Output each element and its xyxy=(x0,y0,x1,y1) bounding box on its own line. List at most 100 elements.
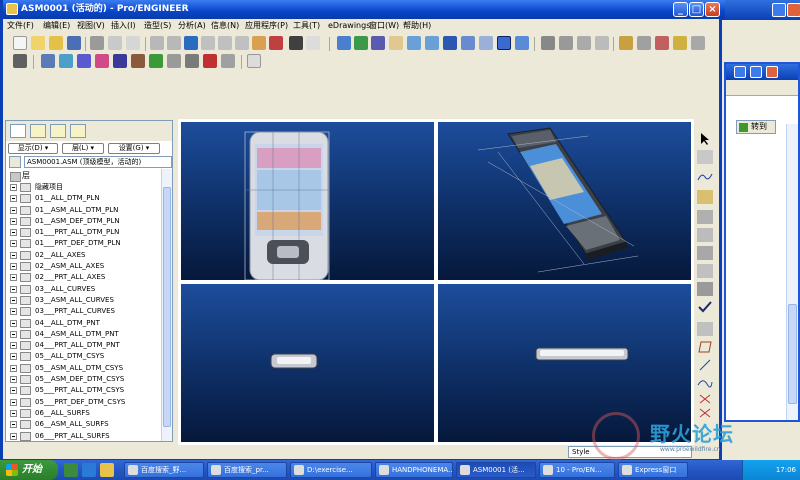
expand-icon[interactable] xyxy=(10,387,17,395)
close-button[interactable] xyxy=(787,3,800,17)
undo-icon[interactable] xyxy=(150,36,164,50)
viewport-isometric[interactable] xyxy=(438,122,691,280)
taskbar-item-exercise[interactable]: D:\exercise... xyxy=(290,462,372,478)
expand-icon[interactable] xyxy=(10,330,17,338)
reorient-icon[interactable] xyxy=(461,36,475,50)
connect-tool-icon[interactable] xyxy=(697,264,713,278)
taskbar-item-baidu-1[interactable]: 百度搜索_野... xyxy=(124,462,204,478)
component-icon[interactable] xyxy=(13,54,27,68)
maximize-button[interactable] xyxy=(750,66,762,78)
zoom-out-icon[interactable] xyxy=(425,36,439,50)
taskbar-item-baidu-2[interactable]: 百度搜索_pr... xyxy=(207,462,287,478)
menu-edrawings[interactable]: eDrawings xyxy=(328,20,370,32)
select-dropdown-icon[interactable] xyxy=(306,36,320,50)
layer-item[interactable]: 04___PRT_ALL_DTM_PNT xyxy=(8,340,160,351)
offset-icon[interactable] xyxy=(185,54,199,68)
menu-edit[interactable]: 编辑(E) xyxy=(43,20,70,32)
expand-icon[interactable] xyxy=(10,263,17,271)
side-window-titlebar[interactable] xyxy=(726,64,798,80)
layer-item[interactable]: 03__ALL_CURVES xyxy=(8,284,160,295)
expand-icon[interactable] xyxy=(10,376,17,384)
layer-item[interactable]: 05___PRT_DEF_DTM_CSYS xyxy=(8,397,160,408)
curve-tool-icon[interactable] xyxy=(697,170,713,184)
layer-item[interactable]: 06__ALL_SURFS xyxy=(8,408,160,419)
email-icon[interactable] xyxy=(126,36,140,50)
spin-center-icon[interactable] xyxy=(371,36,385,50)
pan-icon[interactable] xyxy=(389,36,403,50)
folder-browser-tab-icon[interactable] xyxy=(30,124,46,138)
expand-icon[interactable] xyxy=(10,421,17,429)
expand-icon[interactable] xyxy=(10,432,17,440)
sketch-view-icon[interactable] xyxy=(337,36,351,50)
expand-icon[interactable] xyxy=(10,364,17,372)
layer-item[interactable]: 05__ASM_DEF_DTM_CSYS xyxy=(8,374,160,385)
expand-icon[interactable] xyxy=(10,409,17,417)
view-manager-icon[interactable] xyxy=(515,36,529,50)
hidden-line-icon[interactable] xyxy=(559,36,573,50)
expand-icon[interactable] xyxy=(10,217,17,225)
surface-tool-icon[interactable] xyxy=(697,210,713,224)
scrollbar-thumb[interactable] xyxy=(163,187,171,427)
layer-item[interactable]: 05__ASM_ALL_DTM_CSYS xyxy=(8,363,160,374)
zoom-in-icon[interactable] xyxy=(407,36,421,50)
menu-info[interactable]: 信息(N) xyxy=(211,20,239,32)
send-icon[interactable] xyxy=(108,36,122,50)
layer-item[interactable]: 隐藏项目 xyxy=(8,182,160,193)
expand-icon[interactable] xyxy=(10,229,17,237)
taskbar-item-asm0001[interactable]: ASM0001 (活... xyxy=(456,462,536,478)
no-hidden-icon[interactable] xyxy=(577,36,591,50)
menu-file[interactable]: 文件(F) xyxy=(7,20,34,32)
slope-icon[interactable] xyxy=(149,54,163,68)
datum-axes-icon[interactable] xyxy=(637,36,651,50)
layer-item[interactable]: 01__ALL_DTM_PLN xyxy=(8,193,160,204)
expand-icon[interactable] xyxy=(10,398,17,406)
redo-icon[interactable] xyxy=(167,36,181,50)
viewport-front[interactable] xyxy=(181,122,434,281)
taskbar-item-handphone[interactable]: HANDPHONEMA... xyxy=(375,462,453,478)
line-tool-icon[interactable] xyxy=(697,358,713,372)
cut-icon[interactable] xyxy=(201,36,215,50)
saved-views-icon[interactable] xyxy=(479,36,493,50)
side-window-scrollbar[interactable] xyxy=(786,124,798,420)
show-desktop-icon[interactable] xyxy=(64,463,78,477)
layer-item[interactable]: 04__ASM_ALL_DTM_PNT xyxy=(8,329,160,340)
datum-planes-icon[interactable] xyxy=(619,36,633,50)
menu-applications[interactable]: 应用程序(P) xyxy=(245,20,288,32)
expand-icon[interactable] xyxy=(10,240,17,248)
expand-icon[interactable] xyxy=(10,308,17,316)
print-icon[interactable] xyxy=(90,36,104,50)
expand-icon[interactable] xyxy=(10,285,17,293)
draft-icon[interactable] xyxy=(131,54,145,68)
layer-item[interactable]: 01__ASM_ALL_DTM_PLN xyxy=(8,205,160,216)
clock[interactable]: 17:06 xyxy=(776,466,796,474)
select-arrow-icon[interactable] xyxy=(697,132,713,146)
offset-tool-icon[interactable] xyxy=(697,282,713,296)
new-file-icon[interactable] xyxy=(13,36,27,50)
minimize-button[interactable]: _ xyxy=(673,2,688,17)
expand-icon[interactable] xyxy=(10,184,17,191)
layer-item[interactable]: 01___PRT_DEF_DTM_PLN xyxy=(8,238,160,249)
datum-points-icon[interactable] xyxy=(655,36,669,50)
surface-analysis-icon[interactable] xyxy=(59,54,73,68)
close-button[interactable]: × xyxy=(705,2,720,17)
expand-icon[interactable] xyxy=(10,206,17,214)
parallelogram-icon[interactable] xyxy=(697,340,713,354)
paste-special-icon[interactable] xyxy=(252,36,266,50)
show-dropdown[interactable]: 显示(D) ▾ xyxy=(8,143,58,154)
expand-icon[interactable] xyxy=(10,195,17,203)
menu-view[interactable]: 视图(V) xyxy=(77,20,105,32)
close-button[interactable] xyxy=(766,66,778,78)
refit-icon[interactable] xyxy=(443,36,457,50)
regenerate-icon[interactable] xyxy=(184,36,198,50)
jump-button[interactable]: 转到 xyxy=(736,120,776,134)
menu-shape[interactable]: 造型(S) xyxy=(144,20,171,32)
layer-item[interactable]: 05__ALL_DTM_CSYS xyxy=(8,351,160,362)
layer-item[interactable]: 01___PRT_ALL_DTM_PLN xyxy=(8,227,160,238)
taskbar-item-proe[interactable]: 10 - Pro/EN... xyxy=(539,462,615,478)
expand-icon[interactable] xyxy=(10,319,17,327)
spline-tool-icon[interactable] xyxy=(697,376,713,390)
checkmark-icon[interactable] xyxy=(697,300,713,314)
layer-item[interactable]: 02__ALL_AXES xyxy=(8,250,160,261)
plane-tool-icon[interactable] xyxy=(697,150,713,164)
expand-icon[interactable] xyxy=(10,251,17,259)
